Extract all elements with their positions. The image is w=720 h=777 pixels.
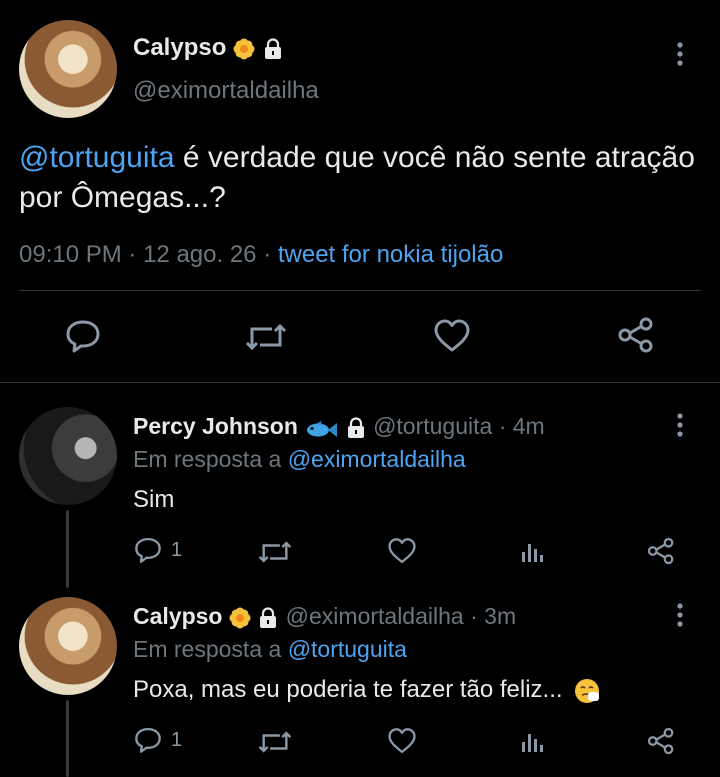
reply-text-row: Poxa, mas eu poderia te fazer tão feliz.… [133, 676, 601, 705]
sneeze-emoji-icon [573, 677, 601, 705]
reply-age: 3m [484, 603, 517, 629]
flower-emoji-icon [233, 38, 255, 60]
retweet-icon[interactable] [258, 728, 292, 756]
reply-to-link[interactable]: @tortuguita [288, 636, 407, 662]
reply-context: Em resposta a @tortuguita [133, 636, 407, 663]
tweet-date: 12 ago. 26 [143, 241, 257, 268]
reply-text: Sim [133, 486, 175, 513]
display-name[interactable]: Calypso [133, 603, 222, 629]
reply-age: 4m [512, 413, 545, 439]
reply-icon[interactable] [133, 536, 163, 564]
like-icon[interactable] [387, 727, 417, 755]
more-vert-icon[interactable] [674, 602, 686, 628]
thread-line [66, 700, 69, 777]
like-icon[interactable] [387, 537, 417, 565]
reply-action[interactable]: 1 [133, 726, 182, 754]
lock-icon [262, 38, 284, 60]
avatar[interactable] [19, 407, 117, 505]
like-icon[interactable] [433, 318, 471, 354]
display-name[interactable]: Percy Johnson [133, 413, 298, 439]
divider [0, 382, 720, 383]
share-icon[interactable] [646, 536, 676, 566]
reply-prefix: Em resposta a [133, 636, 282, 662]
thread-line [66, 510, 69, 588]
reply-count: 1 [171, 728, 183, 751]
reply-count: 1 [171, 538, 183, 561]
retweet-icon[interactable] [258, 538, 292, 566]
reply-text: Poxa, mas eu poderia te fazer tão feliz.… [133, 676, 563, 703]
reply-header: Calypso @eximortaldailha · 3m [133, 603, 517, 629]
tweet-header: Calypso [133, 34, 284, 62]
tweet-text: @tortuguita é verdade que você não sente… [19, 138, 699, 218]
reply-header: Percy Johnson @tortuguita · 4m [133, 413, 545, 439]
avatar[interactable] [19, 597, 117, 695]
analytics-icon[interactable] [519, 728, 545, 754]
share-icon[interactable] [616, 316, 656, 354]
handle[interactable]: @eximortaldailha [286, 603, 464, 629]
tweet-time: 09:10 PM [19, 241, 122, 268]
reply-to-link[interactable]: @eximortaldailha [288, 446, 466, 472]
tweet-meta: 09:10 PM · 12 ago. 26 · tweet for nokia … [19, 241, 504, 268]
reply-icon[interactable] [64, 318, 102, 354]
lock-icon [345, 417, 367, 439]
reply-prefix: Em resposta a [133, 446, 282, 472]
share-icon[interactable] [646, 726, 676, 756]
handle[interactable]: @eximortaldailha [133, 77, 319, 105]
retweet-icon[interactable] [245, 320, 287, 354]
divider [19, 290, 701, 291]
display-name[interactable]: Calypso [133, 34, 226, 61]
fish-emoji-icon [304, 418, 338, 438]
avatar[interactable] [19, 20, 117, 118]
reply-context: Em resposta a @eximortaldailha [133, 446, 466, 473]
tweet-source[interactable]: tweet for nokia tijolão [278, 241, 503, 268]
handle[interactable]: @tortuguita [373, 413, 492, 439]
reply-icon[interactable] [133, 726, 163, 754]
reply-action[interactable]: 1 [133, 536, 182, 564]
more-vert-icon[interactable] [674, 412, 686, 438]
analytics-icon[interactable] [519, 538, 545, 564]
flower-emoji-icon [229, 607, 251, 629]
lock-icon [257, 607, 279, 629]
mention-link[interactable]: @tortuguita [19, 141, 175, 174]
more-vert-icon[interactable] [674, 41, 686, 67]
